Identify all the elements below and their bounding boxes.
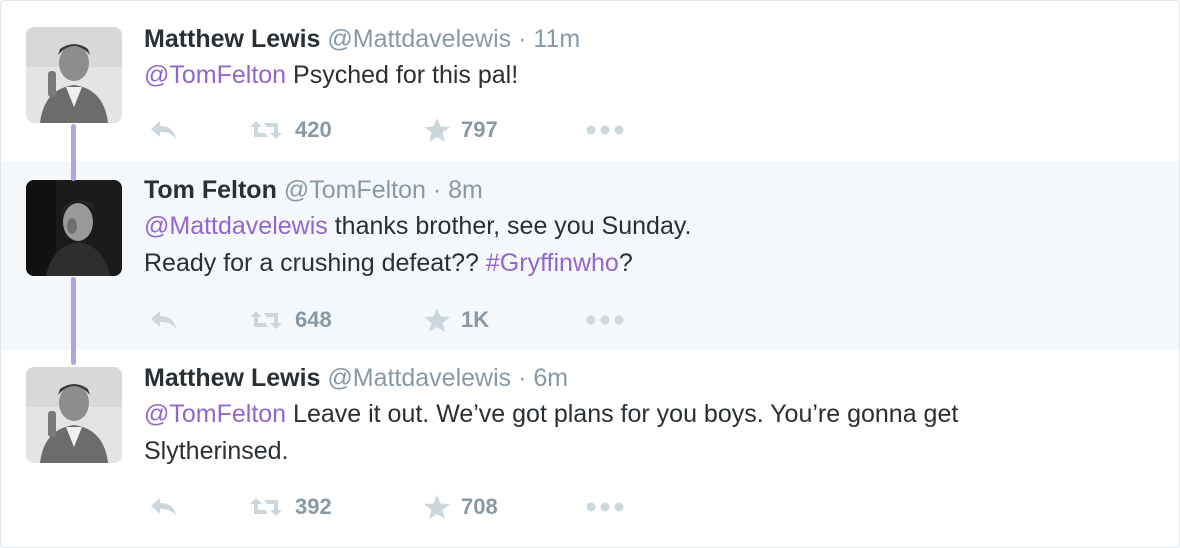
tweet[interactable]: Matthew Lewis @Mattdavelewis · 6m @TomFe… — [1, 350, 1179, 546]
retweet-button[interactable]: 392 — [247, 492, 332, 522]
tweet-text-line: Ready for a crushing defeat?? #Gryffinwh… — [144, 245, 1144, 282]
favorite-button[interactable]: 708 — [423, 492, 498, 522]
thread-connector — [71, 124, 76, 181]
author-handle[interactable]: @Mattdavelewis — [327, 25, 511, 53]
tweet-actions: 392 708 — [144, 492, 664, 522]
tweet-header: Matthew Lewis @Mattdavelewis · 6m — [144, 363, 568, 393]
tweet-header: Matthew Lewis @Mattdavelewis · 11m — [144, 24, 580, 54]
tweet-header: Tom Felton @TomFelton · 8m — [144, 175, 483, 205]
tweet-text-line: @Mattdavelewis thanks brother, see you S… — [144, 208, 1144, 245]
reply-icon — [151, 498, 176, 516]
thread-connector — [71, 277, 76, 365]
tweet-actions: 420 797 — [144, 115, 664, 145]
tweet[interactable]: Matthew Lewis @Mattdavelewis · 11m @TomF… — [1, 1, 1179, 161]
star-icon — [424, 118, 450, 142]
reply-button[interactable] — [148, 115, 180, 145]
more-button[interactable] — [585, 492, 625, 522]
retweet-icon — [250, 311, 282, 329]
retweet-icon — [250, 121, 282, 139]
timestamp[interactable]: 8m — [448, 176, 483, 204]
avatar[interactable] — [26, 27, 122, 123]
author-name[interactable]: Tom Felton — [144, 176, 277, 204]
timestamp[interactable]: 6m — [533, 364, 568, 392]
more-button[interactable] — [585, 115, 625, 145]
tweet-text-line: @TomFelton Psyched for this pal! — [144, 57, 1144, 94]
tweet-text-segment: Slytherinsed. — [144, 437, 289, 465]
separator-dot: · — [432, 176, 442, 204]
tweet-actions: 648 1K — [144, 305, 664, 335]
star-icon — [424, 308, 450, 332]
more-dots-icon — [586, 502, 624, 512]
avatar[interactable] — [26, 367, 122, 463]
reply-button[interactable] — [148, 492, 180, 522]
retweet-button[interactable]: 420 — [247, 115, 332, 145]
favorite-count: 1K — [461, 307, 490, 332]
mention-link[interactable]: @TomFelton — [144, 400, 286, 428]
tweet-text: @TomFelton Leave it out. We’ve got plans… — [144, 396, 1144, 470]
favorite-count: 797 — [461, 117, 498, 142]
reply-icon — [151, 121, 176, 139]
hashtag-link[interactable]: #Gryffinwho — [486, 249, 619, 277]
tweet-text: @TomFelton Psyched for this pal! — [144, 57, 1144, 94]
separator-dot: · — [518, 25, 527, 53]
retweet-icon — [250, 498, 282, 516]
favorite-button[interactable]: 797 — [423, 115, 498, 145]
retweet-count: 648 — [295, 307, 332, 332]
tweet-text: @Mattdavelewis thanks brother, see you S… — [144, 208, 1144, 282]
tweet-text-line: Slytherinsed. — [144, 433, 1144, 470]
retweet-count: 420 — [295, 117, 332, 142]
tweet-text-line: @TomFelton Leave it out. We’ve got plans… — [144, 396, 1144, 433]
separator-dot: · — [518, 364, 527, 392]
author-handle[interactable]: @TomFelton — [284, 176, 426, 204]
tweet-text-segment: Psyched for this pal! — [286, 61, 519, 89]
star-icon — [424, 495, 450, 519]
favorite-button[interactable]: 1K — [423, 305, 489, 335]
more-dots-icon — [586, 315, 624, 325]
mention-link[interactable]: @TomFelton — [144, 61, 286, 89]
favorite-count: 708 — [461, 494, 498, 519]
timestamp[interactable]: 11m — [533, 25, 580, 53]
retweet-count: 392 — [295, 494, 332, 519]
tweet-text-segment: ? — [618, 249, 633, 277]
reply-icon — [151, 311, 176, 329]
tweet-text-segment: Ready for a crushing defeat?? — [144, 249, 486, 277]
more-dots-icon — [586, 125, 624, 135]
author-name[interactable]: Matthew Lewis — [144, 364, 320, 392]
avatar[interactable] — [26, 180, 122, 276]
reply-button[interactable] — [148, 305, 180, 335]
tweet[interactable]: Tom Felton @TomFelton · 8m @Mattdavelewi… — [1, 161, 1179, 350]
mention-link[interactable]: @Mattdavelewis — [144, 212, 328, 240]
retweet-button[interactable]: 648 — [247, 305, 332, 335]
author-handle[interactable]: @Mattdavelewis — [327, 364, 511, 392]
more-button[interactable] — [585, 305, 625, 335]
author-name[interactable]: Matthew Lewis — [144, 25, 320, 53]
tweet-text-segment: thanks brother, see you Sunday. — [327, 212, 692, 240]
tweet-text-segment: Leave it out. We’ve got plans for you bo… — [286, 400, 959, 428]
